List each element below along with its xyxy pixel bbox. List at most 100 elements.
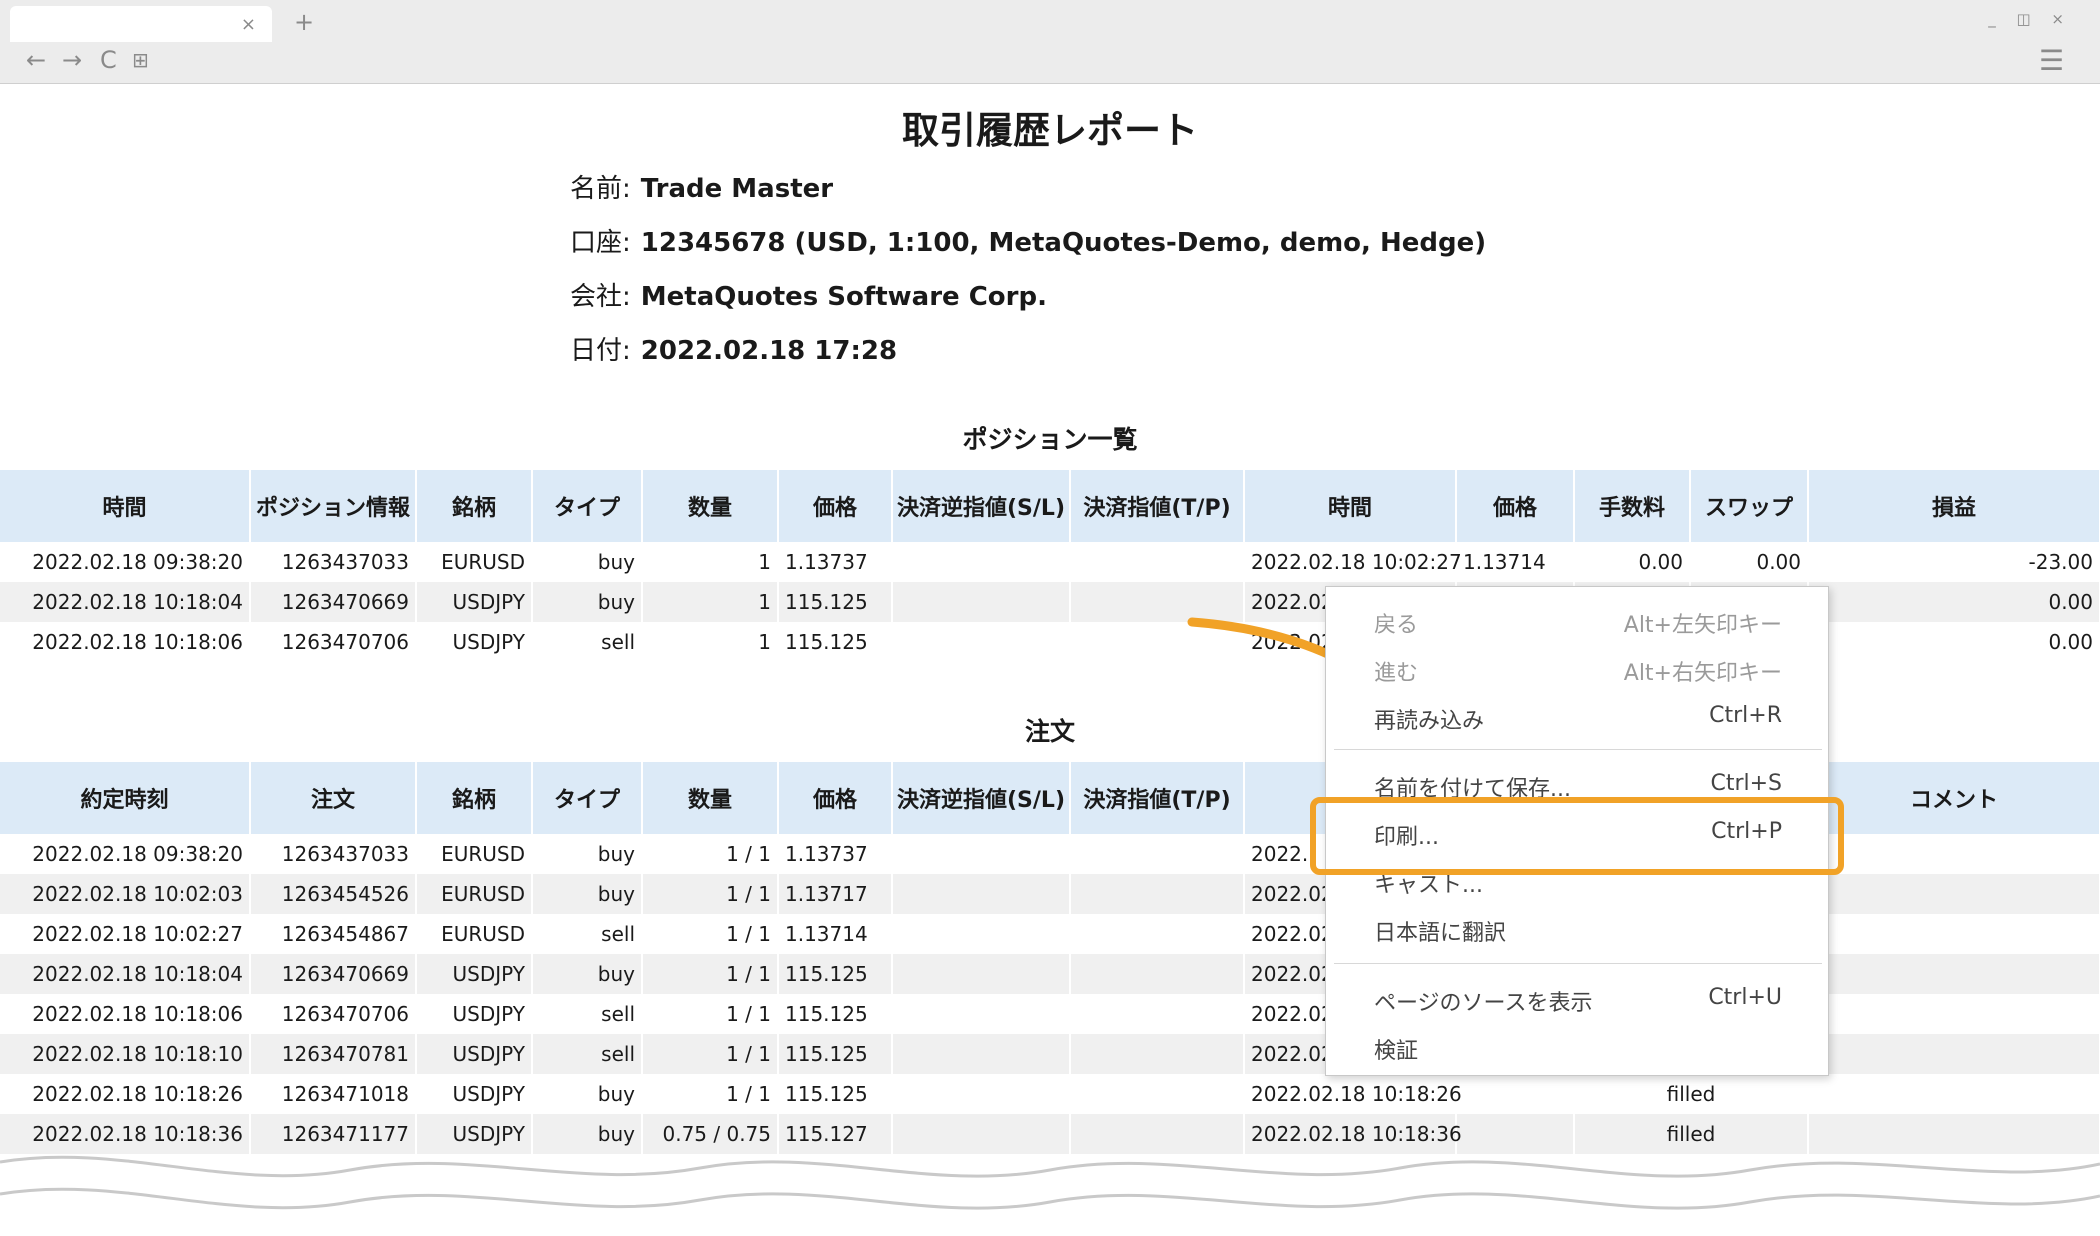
table-cell: 1.13717 (778, 874, 893, 914)
menu-separator (1334, 963, 1822, 964)
menu-item-label: 検証 (1374, 1039, 1419, 1064)
positions-header-cell: 価格 (778, 470, 893, 542)
table-cell (1808, 954, 2100, 994)
table-cell: 1263454526 (250, 874, 417, 914)
menu-item-label: 戻る (1374, 613, 1419, 638)
menu-item-label: ページのソースを表示 (1374, 991, 1593, 1016)
table-cell: 1.13714 (1456, 542, 1575, 582)
positions-header-cell: タイプ (532, 470, 643, 542)
table-cell: 1 / 1 (642, 874, 779, 914)
table-cell (892, 582, 1071, 622)
orders-header-cell: 注文 (250, 762, 417, 834)
info-label: 会社: (570, 282, 631, 312)
table-cell (1808, 914, 2100, 954)
table-cell: USDJPY (416, 622, 533, 662)
table-cell (1070, 834, 1245, 874)
table-cell: USDJPY (416, 1034, 533, 1074)
table-cell: EURUSD (416, 914, 533, 954)
menu-item-forward[interactable]: 進む Alt+右矢印キー (1326, 649, 1830, 689)
table-cell: 115.125 (778, 954, 893, 994)
menu-item-back[interactable]: 戻る Alt+左矢印キー (1326, 601, 1830, 641)
table-cell (1070, 994, 1245, 1034)
info-label: 口座: (570, 228, 631, 258)
table-cell (1070, 1074, 1245, 1114)
positions-header-cell: 損益 (1808, 470, 2100, 542)
orders-header-cell: 数量 (642, 762, 779, 834)
table-row: 2022.02.18 10:18:26 1263471018 USDJPY buy 1 … (0, 1074, 2100, 1114)
positions-header-cell: 決済逆指値(S/L) (892, 470, 1071, 542)
reload-icon[interactable]: C (100, 46, 117, 74)
table-cell: 1.13737 (778, 834, 893, 874)
table-cell: buy (532, 954, 643, 994)
table-cell: 0.00 (1690, 542, 1809, 582)
orders-header-cell: タイプ (532, 762, 643, 834)
table-cell (1808, 1074, 2100, 1114)
window-controls[interactable]: _ ◫ × (1988, 10, 2072, 28)
table-cell: 115.125 (778, 994, 893, 1034)
info-company-row: 会社: MetaQuotes Software Corp. (570, 276, 1047, 313)
table-cell: 2022.02.18 10:02:03 (0, 874, 251, 914)
table-cell: EURUSD (416, 834, 533, 874)
table-cell: sell (532, 1034, 643, 1074)
orders-header-cell: 約定時刻 (0, 762, 251, 834)
table-cell: 115.125 (778, 582, 893, 622)
new-tab-icon[interactable]: + (294, 8, 314, 36)
table-cell: sell (532, 994, 643, 1034)
table-cell: -23.00 (1808, 542, 2100, 582)
table-cell: USDJPY (416, 954, 533, 994)
table-cell: 0.00 (1574, 542, 1691, 582)
table-cell: 1263437033 (250, 834, 417, 874)
menu-item-inspect[interactable]: 検証 (1326, 1027, 1830, 1067)
table-cell: 1263470669 (250, 954, 417, 994)
table-cell: 2022.02.18 10:18:10 (0, 1034, 251, 1074)
browser-tab[interactable]: × (10, 6, 272, 42)
table-cell: 1 (642, 542, 779, 582)
table-cell: 1 / 1 (642, 1034, 779, 1074)
forward-arrow-icon[interactable]: → (62, 46, 82, 74)
table-cell: buy (532, 582, 643, 622)
table-cell: 1 (642, 622, 779, 662)
positions-header-cell: 時間 (1244, 470, 1457, 542)
table-cell: 2022.02.18 10:18:04 (0, 582, 251, 622)
menu-item-shortcut: Ctrl+R (1709, 703, 1782, 728)
positions-header-cell: スワップ (1690, 470, 1809, 542)
menu-item-shortcut: Ctrl+U (1708, 985, 1782, 1010)
info-label: 日付: (570, 336, 631, 366)
menu-item-label: 再読み込み (1374, 709, 1485, 734)
tab-close-icon[interactable]: × (241, 14, 256, 35)
table-cell: 1263470669 (250, 582, 417, 622)
table-cell (1070, 954, 1245, 994)
table-cell: USDJPY (416, 1074, 533, 1114)
table-cell: 0.00 (1808, 582, 2100, 622)
menu-item-translate[interactable]: 日本語に翻訳 (1326, 909, 1830, 949)
table-cell (892, 1034, 1071, 1074)
table-cell: 115.125 (778, 1034, 893, 1074)
table-cell: 1 / 1 (642, 834, 779, 874)
positions-header-cell: 決済指値(T/P) (1070, 470, 1245, 542)
table-cell: 2022.02.18 10:02:27 (0, 914, 251, 954)
table-cell (892, 622, 1071, 662)
back-arrow-icon[interactable]: ← (26, 46, 46, 74)
apps-grid-icon[interactable]: ⊞ (132, 48, 149, 72)
table-cell: buy (532, 874, 643, 914)
table-cell: 2022.02.18 10:18:26 (0, 1074, 251, 1114)
orders-header-cell: コメント (1808, 762, 2100, 834)
menu-item-label: 日本語に翻訳 (1374, 921, 1507, 946)
table-cell: 1263471018 (250, 1074, 417, 1114)
page-title: 取引履歴レポート (902, 109, 1198, 152)
table-cell (1070, 874, 1245, 914)
browser-chrome: × + _ ◫ × ← → C ⊞ ☰ (0, 0, 2100, 84)
table-cell (1808, 994, 2100, 1034)
table-cell: 1263470706 (250, 622, 417, 662)
menu-item-label: 進む (1374, 661, 1419, 686)
positions-header-cell: 数量 (642, 470, 779, 542)
table-cell (892, 994, 1071, 1034)
table-cell: buy (532, 1074, 643, 1114)
menu-item-view-source[interactable]: ページのソースを表示 Ctrl+U (1326, 979, 1830, 1019)
menu-item-reload[interactable]: 再読み込み Ctrl+R (1326, 697, 1830, 737)
table-cell: 1 / 1 (642, 1074, 779, 1114)
positions-header-cell: 銘柄 (416, 470, 533, 542)
table-cell: buy (532, 542, 643, 582)
table-cell: 1263454867 (250, 914, 417, 954)
browser-menu-icon[interactable]: ☰ (2039, 44, 2064, 77)
